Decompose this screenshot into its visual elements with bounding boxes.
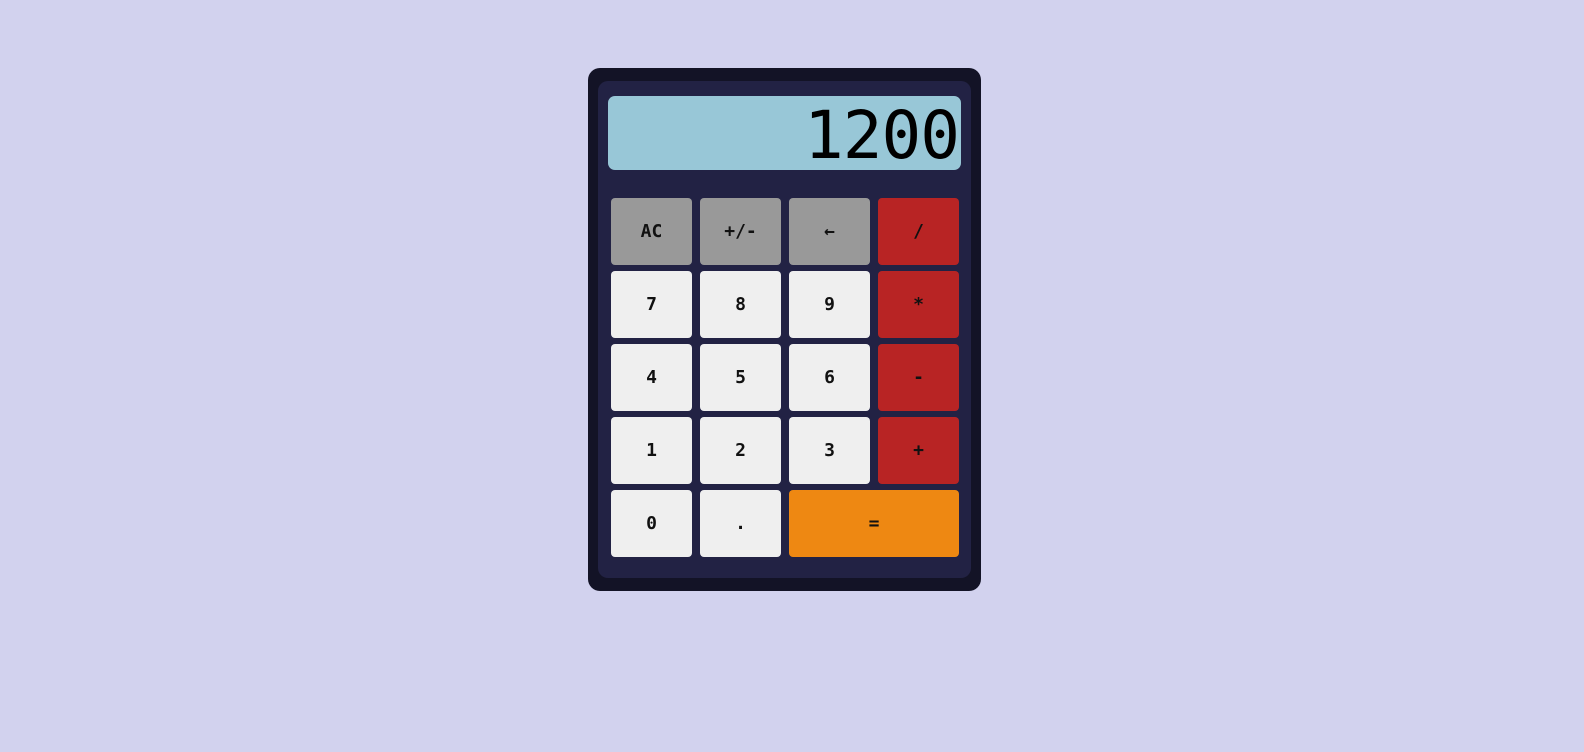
display-value: 1200 <box>804 97 960 170</box>
keypad: AC +/- ← / 7 8 9 * 4 5 6 - 1 2 3 + 0 . = <box>611 198 959 557</box>
digit-2-button[interactable]: 2 <box>700 417 781 484</box>
calculator: 1200 AC +/- ← / 7 8 9 * 4 5 6 - 1 2 3 + … <box>588 68 981 591</box>
divide-button[interactable]: / <box>878 198 959 265</box>
backspace-button[interactable]: ← <box>789 198 870 265</box>
sign-toggle-button[interactable]: +/- <box>700 198 781 265</box>
calculator-body: 1200 AC +/- ← / 7 8 9 * 4 5 6 - 1 2 3 + … <box>598 81 971 578</box>
digit-6-button[interactable]: 6 <box>789 344 870 411</box>
display-screen: 1200 <box>608 96 961 170</box>
digit-5-button[interactable]: 5 <box>700 344 781 411</box>
subtract-button[interactable]: - <box>878 344 959 411</box>
digit-4-button[interactable]: 4 <box>611 344 692 411</box>
digit-1-button[interactable]: 1 <box>611 417 692 484</box>
decimal-button[interactable]: . <box>700 490 781 557</box>
digit-7-button[interactable]: 7 <box>611 271 692 338</box>
digit-3-button[interactable]: 3 <box>789 417 870 484</box>
add-button[interactable]: + <box>878 417 959 484</box>
multiply-button[interactable]: * <box>878 271 959 338</box>
digit-9-button[interactable]: 9 <box>789 271 870 338</box>
digit-0-button[interactable]: 0 <box>611 490 692 557</box>
clear-button[interactable]: AC <box>611 198 692 265</box>
equals-button[interactable]: = <box>789 490 959 557</box>
digit-8-button[interactable]: 8 <box>700 271 781 338</box>
